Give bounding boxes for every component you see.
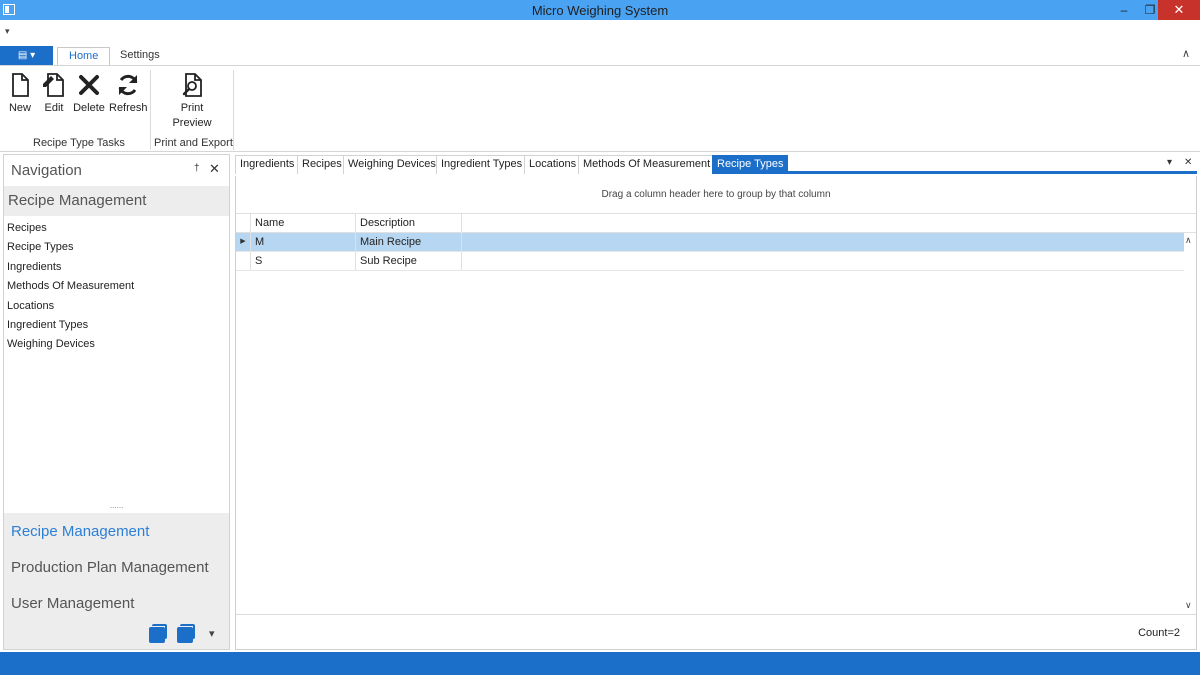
recipe-types-grid: Drag a column header here to group by th… (235, 176, 1197, 650)
row-count: Count=2 (1138, 627, 1180, 639)
scroll-down-icon[interactable]: ∨ (1185, 600, 1192, 611)
doc-tab-recipes[interactable]: Recipes (297, 155, 347, 174)
nav-item-methods-of-measurement[interactable]: Methods Of Measurement (7, 277, 134, 296)
column-header-description[interactable]: Description (356, 214, 462, 233)
navigation-title: Navigation (11, 162, 82, 179)
close-window-button[interactable]: ✕ (1158, 0, 1200, 20)
navigation-header: Navigation † ✕ (4, 155, 229, 185)
nav-item-ingredients[interactable]: Ingredients (7, 258, 134, 277)
grid-vertical-scrollbar[interactable]: ∧ ∨ (1184, 233, 1196, 633)
edit-button-label: Edit (44, 102, 64, 114)
ribbon-group-separator (150, 70, 151, 150)
row-indicator-cell (236, 252, 251, 270)
doc-tab-methods-of-measurement[interactable]: Methods Of Measurement (578, 155, 716, 174)
cell-description[interactable]: Sub Recipe (356, 252, 462, 270)
scroll-up-icon[interactable]: ∧ (1185, 235, 1192, 246)
nav-overflow-group-icon[interactable] (149, 624, 167, 643)
group-label-print-and-export: Print and Export (154, 137, 233, 149)
ribbon-tab-strip: ▤ ▾ Home Settings ∧ (0, 44, 1200, 66)
refresh-button[interactable]: Refresh (109, 72, 148, 114)
document-tab-strip: Ingredients Recipes Weighing Devices Ing… (235, 154, 1197, 174)
nav-more-options-icon[interactable]: ▾ (209, 627, 215, 640)
nav-item-ingredient-types[interactable]: Ingredient Types (7, 316, 134, 335)
nav-group-user-management[interactable]: User Management (11, 595, 134, 612)
tab-list-dropdown-icon[interactable]: ▾ (1167, 157, 1172, 168)
edit-document-icon (43, 73, 64, 97)
header-indicator-cell (236, 214, 251, 233)
application-menu-button[interactable]: ▤ ▾ (0, 46, 53, 65)
document-area: Ingredients Recipes Weighing Devices Ing… (235, 154, 1197, 650)
close-navigation-icon[interactable]: ✕ (209, 161, 220, 177)
table-row[interactable]: ▶ M Main Recipe (236, 233, 1184, 252)
doc-tab-ingredients[interactable]: Ingredients (235, 155, 300, 174)
table-row[interactable]: S Sub Recipe (236, 252, 1184, 271)
cell-name[interactable]: M (251, 233, 356, 251)
nav-item-recipe-types[interactable]: Recipe Types (7, 238, 134, 257)
cell-name[interactable]: S (251, 252, 356, 270)
nav-splitter-grip[interactable]: ...... (110, 501, 123, 510)
nav-group-recipe-management[interactable]: Recipe Management (11, 523, 149, 540)
print-preview-button[interactable]: Print Preview (170, 72, 214, 129)
doc-tab-locations[interactable]: Locations (524, 155, 582, 174)
close-tab-icon[interactable]: ✕ (1184, 157, 1192, 168)
doc-tab-weighing-devices[interactable]: Weighing Devices (343, 155, 441, 174)
delete-button[interactable]: Delete (72, 72, 106, 114)
pin-icon[interactable]: † (194, 163, 200, 174)
nav-group-selector: Recipe Management Production Plan Manage… (4, 513, 229, 649)
new-document-icon (12, 73, 29, 97)
nav-item-list: Recipes Recipe Types Ingredients Methods… (7, 219, 134, 355)
doc-tab-recipe-types[interactable]: Recipe Types (712, 155, 789, 174)
quick-access-toolbar-dropdown[interactable]: ▾ (5, 26, 10, 37)
ribbon-group-separator (233, 70, 234, 150)
grid-footer: Count=2 (236, 614, 1196, 649)
print-preview-icon (182, 73, 202, 97)
nav-item-locations[interactable]: Locations (7, 297, 134, 316)
nav-item-recipes[interactable]: Recipes (7, 219, 134, 238)
row-indicator-icon: ▶ (236, 233, 251, 251)
group-label-recipe-type-tasks: Recipe Type Tasks (33, 137, 125, 149)
new-button-label: New (8, 102, 31, 114)
grid-column-header-row: Name Description (236, 213, 1196, 233)
nav-active-group-title: Recipe Management (8, 192, 147, 209)
print-preview-label-line2: Preview (172, 117, 212, 129)
tab-home[interactable]: Home (57, 47, 111, 66)
new-button[interactable]: New (6, 72, 34, 114)
tab-settings[interactable]: Settings (109, 47, 171, 66)
group-by-panel[interactable]: Drag a column header here to group by th… (236, 176, 1196, 213)
edit-button[interactable]: Edit (40, 72, 68, 114)
delete-icon (79, 75, 99, 95)
refresh-icon (118, 74, 138, 96)
status-bar (0, 652, 1200, 675)
print-preview-label-line1: Print (180, 102, 204, 114)
doc-tab-ingredient-types[interactable]: Ingredient Types (436, 155, 528, 174)
minimize-button[interactable]: – (1111, 0, 1137, 20)
nav-item-weighing-devices[interactable]: Weighing Devices (7, 335, 134, 354)
nav-overflow-group-icon[interactable] (177, 624, 195, 643)
cell-description[interactable]: Main Recipe (356, 233, 462, 251)
title-bar: Micro Weighing System – ❐ ✕ (0, 0, 1200, 20)
nav-group-production-plan-management[interactable]: Production Plan Management (11, 559, 209, 576)
navigation-pane: Navigation † ✕ Recipe Management Recipes… (3, 154, 230, 650)
nav-active-group-header: Recipe Management (4, 186, 229, 216)
column-header-name[interactable]: Name (251, 214, 356, 233)
ribbon-collapse-icon[interactable]: ∧ (1182, 47, 1190, 60)
refresh-button-label: Refresh (109, 102, 148, 114)
delete-button-label: Delete (73, 102, 105, 114)
window-title: Micro Weighing System (531, 3, 669, 18)
ribbon-panel: New Edit Delete Refresh Recipe Type Task… (0, 65, 1200, 152)
